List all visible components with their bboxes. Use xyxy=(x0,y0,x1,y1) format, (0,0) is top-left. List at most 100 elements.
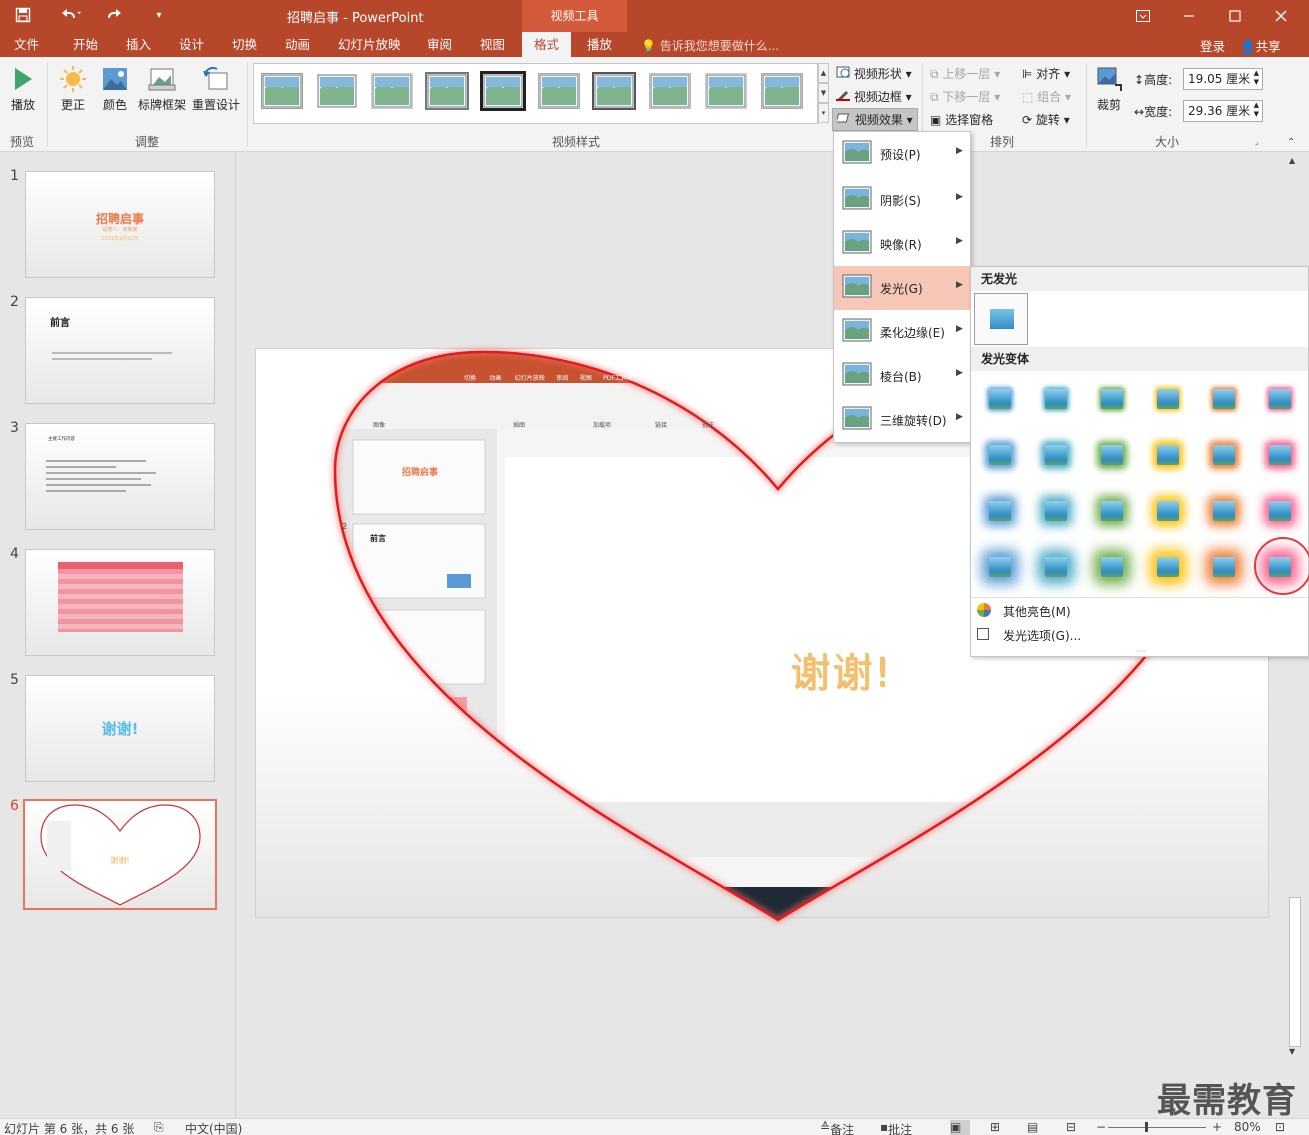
zoom-slider-handle[interactable] xyxy=(1145,1122,1148,1132)
slide-thumbnail-1[interactable]: 招聘启事 招聘人：某某某 2021年3月12日 xyxy=(25,171,215,278)
reading-view-icon[interactable]: ▤ xyxy=(1027,1120,1038,1134)
glow-variation-option[interactable] xyxy=(980,437,1020,473)
gallery-more-button[interactable]: ▾ xyxy=(818,103,829,123)
zoom-in-icon[interactable]: + xyxy=(1212,1120,1222,1134)
scroll-thumb[interactable] xyxy=(1289,897,1301,1047)
poster-frame-button[interactable]: 标牌框架 xyxy=(136,65,188,113)
notes-button[interactable]: ≙ 备注 xyxy=(820,1120,854,1135)
align-button[interactable]: ⊫ 对齐 ▾ xyxy=(1022,65,1070,82)
glow-variation-option[interactable] xyxy=(980,549,1020,585)
slideshow-view-icon[interactable]: ⊟ xyxy=(1066,1120,1076,1134)
tab-view[interactable]: 视图 xyxy=(480,36,505,57)
video-style-option[interactable] xyxy=(592,72,636,110)
color-button[interactable]: 颜色 xyxy=(98,65,132,113)
menu-item-shadow[interactable]: 阴影(S) ▶ xyxy=(834,178,970,222)
glow-variation-option[interactable] xyxy=(1092,381,1132,417)
tab-slideshow[interactable]: 幻灯片放映 xyxy=(338,36,401,57)
video-style-option[interactable] xyxy=(538,73,580,109)
group-objects-button[interactable]: ⬚ 组合 ▾ xyxy=(1022,88,1071,105)
video-style-option[interactable] xyxy=(480,71,526,111)
glow-variation-option[interactable] xyxy=(1148,437,1188,473)
glow-variation-option[interactable] xyxy=(1260,493,1300,529)
undo-icon[interactable] xyxy=(56,4,86,26)
slide-thumbnail-3[interactable]: 主要工作内容 xyxy=(25,423,215,530)
login-link[interactable]: 登录 xyxy=(1200,36,1225,55)
close-icon[interactable] xyxy=(1258,0,1304,32)
video-border-button[interactable]: 视频边框 ▾ xyxy=(836,88,912,105)
tab-insert[interactable]: 插入 xyxy=(126,36,151,57)
glow-variation-option[interactable] xyxy=(1148,493,1188,529)
glow-variation-option[interactable] xyxy=(1148,549,1188,585)
size-dialog-launcher-icon[interactable]: ⌟ xyxy=(1255,137,1259,146)
scroll-up-icon[interactable]: ▲ xyxy=(1289,156,1295,165)
glow-variation-option[interactable] xyxy=(1092,549,1132,585)
scroll-down-icon[interactable]: ▼ xyxy=(1289,1047,1295,1056)
fit-to-window-icon[interactable]: ⊡ xyxy=(1275,1120,1285,1134)
customize-qat-icon[interactable]: ▾ xyxy=(150,4,168,26)
ribbon-display-icon[interactable] xyxy=(1120,0,1166,32)
video-style-option[interactable] xyxy=(425,72,469,110)
tab-playback[interactable]: 播放 xyxy=(587,36,612,57)
minimize-icon[interactable] xyxy=(1166,0,1212,32)
bring-forward-button[interactable]: ⧉ 上移一层 ▾ xyxy=(930,65,1000,82)
language-indicator[interactable]: 中文(中国) xyxy=(185,1120,242,1135)
tab-design[interactable]: 设计 xyxy=(179,36,204,57)
correct-button[interactable]: 更正 xyxy=(56,65,90,113)
glow-variation-option[interactable] xyxy=(1204,381,1244,417)
slide-thumbnail-6[interactable]: 谢谢! xyxy=(23,799,217,910)
video-style-option[interactable] xyxy=(649,73,691,109)
menu-item-preset[interactable]: 预设(P) ▶ xyxy=(834,132,970,176)
gallery-down-button[interactable]: ▼ xyxy=(818,83,829,103)
more-glow-colors-item[interactable]: 其他亮色(M) xyxy=(977,603,1297,623)
save-icon[interactable] xyxy=(12,4,34,26)
height-input[interactable]: 19.05 厘米 ▲ ▼ xyxy=(1183,68,1263,90)
glow-variation-option[interactable] xyxy=(1148,381,1188,417)
glow-variation-option[interactable] xyxy=(980,493,1020,529)
gallery-up-button[interactable]: ▲ xyxy=(818,63,829,83)
share-button[interactable]: 👤共享 xyxy=(1240,36,1281,55)
glow-variation-option[interactable] xyxy=(1204,437,1244,473)
menu-item-soft-edges[interactable]: 柔化边缘(E) ▶ xyxy=(834,310,970,354)
width-spinner-icon[interactable]: ▲ ▼ xyxy=(1254,101,1259,119)
tab-home[interactable]: 开始 xyxy=(73,36,98,57)
glow-variation-option[interactable] xyxy=(1204,493,1244,529)
maximize-icon[interactable] xyxy=(1212,0,1258,32)
glow-variation-option[interactable] xyxy=(1254,537,1309,595)
video-effects-button[interactable]: 视频效果 ▾ xyxy=(832,108,918,131)
zoom-slider[interactable] xyxy=(1108,1127,1206,1128)
rotate-button[interactable]: ⟳ 旋转 ▾ xyxy=(1022,111,1070,128)
normal-view-icon[interactable]: ▣ xyxy=(950,1120,970,1135)
width-input[interactable]: 29.36 厘米 ▲ ▼ xyxy=(1183,100,1263,122)
slide-sorter-icon[interactable]: ⊞ xyxy=(990,1120,1000,1134)
zoom-level[interactable]: 80% xyxy=(1234,1120,1261,1134)
menu-item-reflection[interactable]: 映像(R) ▶ xyxy=(834,222,970,266)
glow-variation-option[interactable] xyxy=(1036,437,1076,473)
video-style-option[interactable] xyxy=(705,73,747,109)
no-glow-option[interactable] xyxy=(974,293,1028,345)
glow-variation-option[interactable] xyxy=(980,381,1020,417)
send-backward-button[interactable]: ⧉ 下移一层 ▾ xyxy=(930,88,1000,105)
glow-variation-option[interactable] xyxy=(1036,493,1076,529)
selection-pane-button[interactable]: ▣ 选择窗格 xyxy=(930,111,993,128)
resize-grip-icon[interactable]: ···· xyxy=(1136,647,1146,656)
play-button[interactable]: 播放 xyxy=(6,65,40,113)
video-style-option[interactable] xyxy=(261,73,303,109)
glow-variation-option[interactable] xyxy=(1092,437,1132,473)
zoom-out-icon[interactable]: − xyxy=(1096,1120,1106,1134)
slide-thumbnail-2[interactable]: 前言 xyxy=(25,297,215,404)
glow-variation-option[interactable] xyxy=(1092,493,1132,529)
glow-variation-option[interactable] xyxy=(1260,437,1300,473)
tell-me-search[interactable]: 💡 告诉我您想要做什么... xyxy=(641,37,779,54)
slide-thumbnail-5[interactable]: 谢谢! xyxy=(25,675,215,782)
glow-variation-option[interactable] xyxy=(1036,381,1076,417)
glow-variation-option[interactable] xyxy=(1204,549,1244,585)
video-style-option[interactable] xyxy=(314,71,360,111)
comments-button[interactable]: ▪ 批注 xyxy=(880,1120,912,1135)
glow-variation-option[interactable] xyxy=(1260,381,1300,417)
video-shape-button[interactable]: 视频形状 ▾ xyxy=(836,65,912,82)
menu-item-bevel[interactable]: 棱台(B) ▶ xyxy=(834,354,970,398)
menu-item-3d-rotation[interactable]: 三维旋转(D) ▶ xyxy=(834,398,970,442)
collapse-ribbon-icon[interactable]: ⌃ xyxy=(1287,137,1295,148)
video-style-option[interactable] xyxy=(371,73,413,109)
slide-thumbnail-4[interactable] xyxy=(25,549,215,656)
